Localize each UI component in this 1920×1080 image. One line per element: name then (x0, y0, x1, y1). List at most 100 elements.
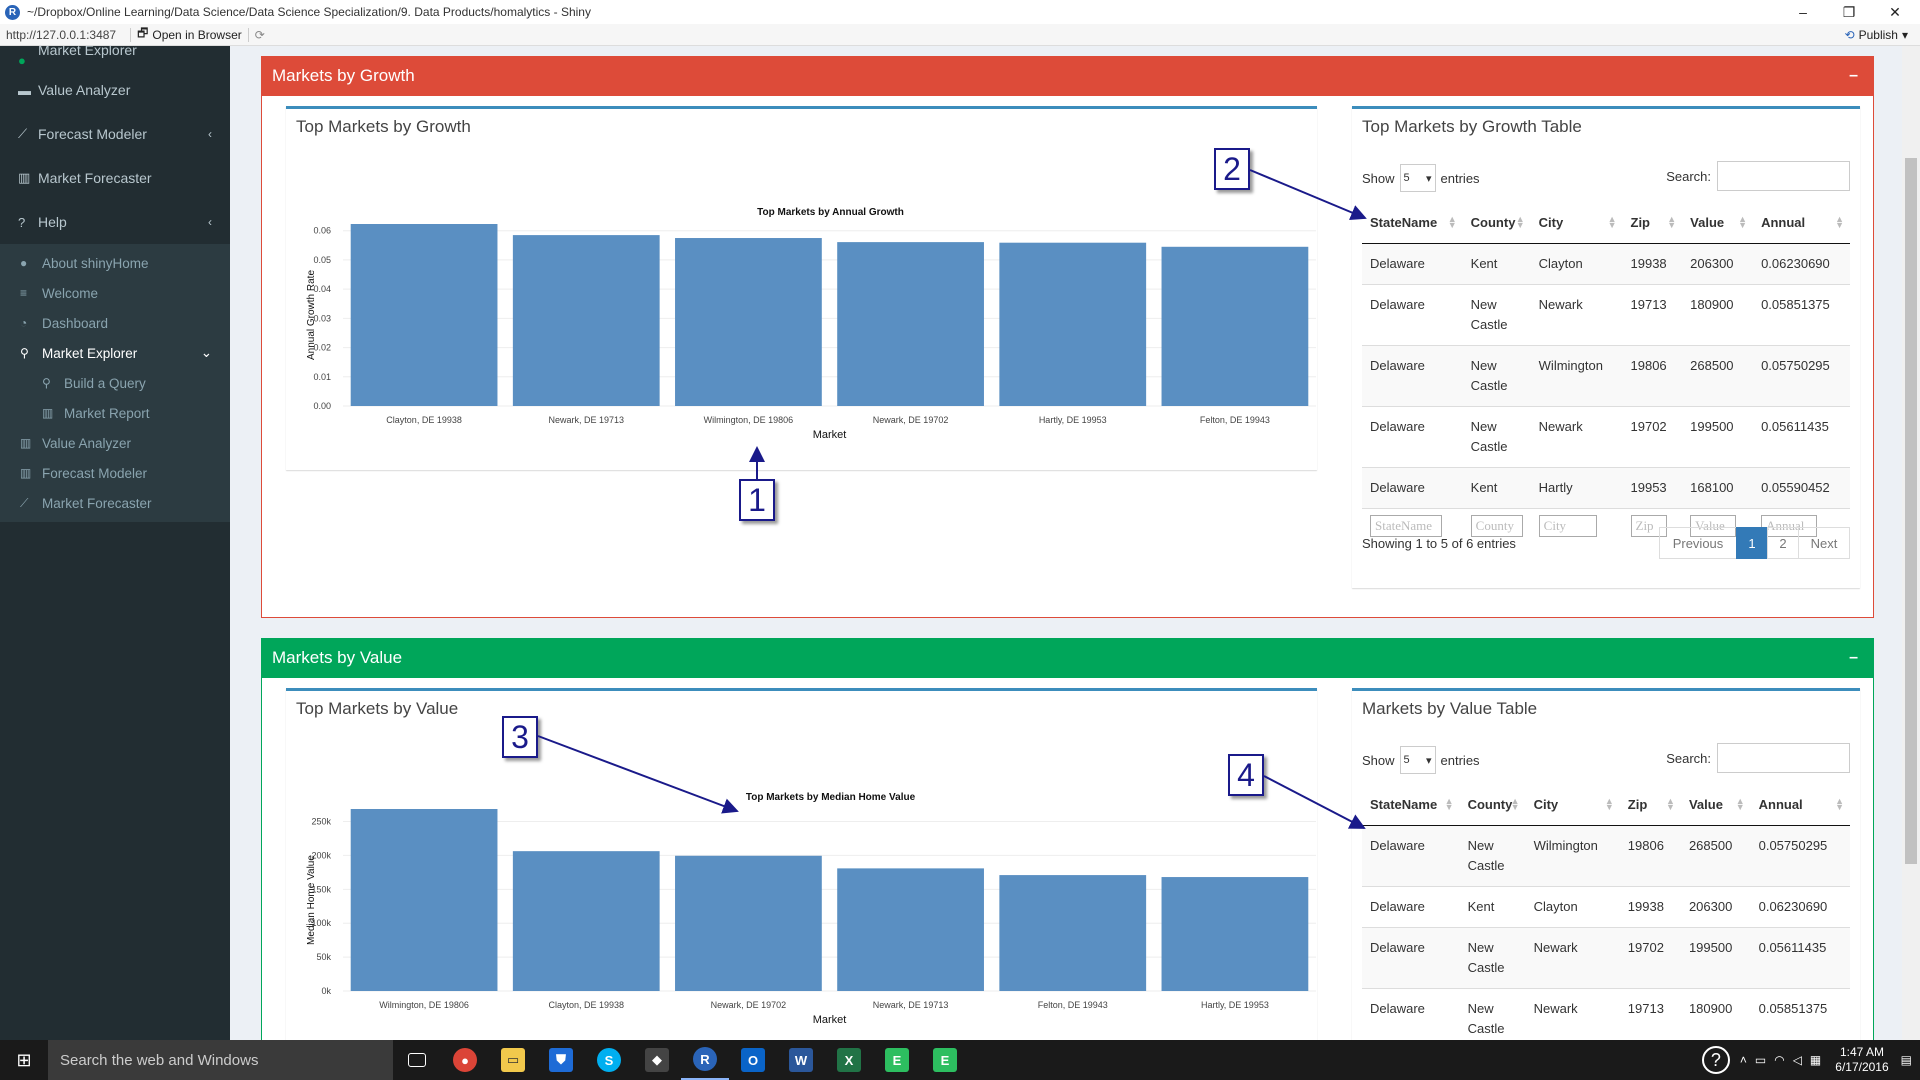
table-row[interactable]: Delaware Kent Clayton 19938 206300 0.06230690 (1362, 885, 1850, 927)
column-header-label: StateName (1370, 797, 1438, 813)
sort-icon: ▲ ▼ (1738, 214, 1748, 230)
column-header-label: County (1470, 215, 1516, 231)
open-in-browser-button[interactable]: 🗗 Open in Browser (137, 24, 242, 45)
bar (675, 855, 822, 991)
page-length-select[interactable]: 5 ▾ (1399, 164, 1436, 192)
table-row[interactable]: Delaware New Castle Newark 19702 199500 0.056… (1362, 926, 1850, 988)
volume-icon[interactable]: ◁ (1793, 1053, 1802, 1067)
sidebar-item-market-forecaster[interactable]: ▥ Market Forecaster (0, 156, 230, 200)
skype-icon[interactable]: S (585, 1040, 633, 1080)
maximize-button[interactable]: ❐ (1826, 0, 1872, 24)
column-header[interactable]: StateName ▲ ▼ (1362, 203, 1463, 244)
chrome-icon[interactable]: ● (441, 1040, 489, 1080)
notifications-icon[interactable]: ▤ (1901, 1053, 1912, 1067)
column-header[interactable]: Zip ▲ ▼ (1622, 203, 1683, 244)
panel-title: Top Markets by Growth (296, 117, 471, 136)
table-row[interactable]: Delaware New Castle Wilmington 19806 268500 0… (1362, 824, 1850, 886)
evernote-icon-2[interactable]: E (921, 1040, 969, 1080)
tray-chevron-up-icon[interactable]: ˄ (1740, 1053, 1747, 1067)
x-tick-label: Newark, DE 19713 (548, 415, 624, 425)
column-header[interactable]: City ▲ ▼ (1525, 785, 1620, 826)
column-filter-input[interactable]: StateName (1370, 514, 1442, 537)
help-icon[interactable]: ? (1701, 1046, 1730, 1074)
page-2-button[interactable]: 2 (1767, 527, 1799, 559)
column-filter-input[interactable]: City (1538, 514, 1597, 537)
sidebar-item-help[interactable]: ? Help ‹ (0, 200, 230, 244)
previous-page-button[interactable]: Previous (1659, 527, 1737, 559)
next-page-button[interactable]: Next (1798, 527, 1850, 559)
wifi-icon[interactable]: ◠ (1774, 1053, 1784, 1067)
evernote-icon[interactable]: E (873, 1040, 921, 1080)
table-cell: 0.06230690 (1750, 885, 1850, 927)
outlook-icon[interactable]: O (729, 1040, 777, 1080)
sidebar-item-build-a-query[interactable]: ⚲ Build a Query (0, 368, 230, 398)
sidebar-item-dashboard[interactable]: ◔ Dashboard (0, 308, 230, 338)
scrollbar-thumb[interactable] (1905, 158, 1917, 864)
refresh-icon[interactable]: ⟳ (255, 28, 265, 42)
clock[interactable]: 1:47 AM 6/17/2016 (1825, 1045, 1896, 1075)
minimize-button[interactable]: – (1780, 0, 1826, 24)
table-row[interactable]: Delaware New Castle Wilmington 19806 268500 0… (1362, 344, 1850, 406)
y-tick-label: 50k (316, 952, 331, 962)
sidebar-item-value-analyzer[interactable]: ▬ Value Analyzer (0, 68, 230, 112)
column-header[interactable]: Zip ▲ ▼ (1619, 785, 1681, 826)
battery-icon[interactable]: ▭ (1755, 1053, 1766, 1067)
x-tick-label: Hartly, DE 19953 (1039, 415, 1107, 425)
main-content: Markets by Growth – Top Markets by Growt… (230, 46, 1902, 1040)
table-row[interactable]: Delaware New Castle Newark 19702 199500 0.056… (1362, 405, 1850, 467)
search-input[interactable] (1717, 161, 1850, 191)
collapse-button[interactable]: – (1849, 649, 1858, 667)
sidebar-item-about[interactable]: ● About shinyHome (0, 248, 230, 278)
sidebar-item-market-report[interactable]: ▥ Market Report (0, 398, 230, 428)
page-length-select[interactable]: 5 ▾ (1399, 746, 1436, 774)
close-button[interactable]: ✕ (1872, 0, 1918, 24)
column-filter-input[interactable]: County (1470, 514, 1523, 537)
word-icon[interactable]: W (777, 1040, 825, 1080)
sort-icon: ▲ ▼ (1667, 214, 1677, 230)
excel-icon[interactable]: X (825, 1040, 873, 1080)
sidebar-item-forecast-modeler[interactable]: ⟋ Forecast Modeler ‹ (0, 112, 230, 156)
sidebar-item-welcome[interactable]: ≡ Welcome (0, 278, 230, 308)
windows-start-button[interactable]: ⊞ (0, 1040, 48, 1080)
column-header[interactable]: Annual ▲ ▼ (1753, 203, 1850, 244)
browser-icon: 🗗 (137, 26, 149, 40)
git-icon[interactable]: ◆ (633, 1040, 681, 1080)
publish-button[interactable]: ⟲ Publish ▾ (1845, 28, 1908, 42)
bar (999, 875, 1147, 991)
column-header[interactable]: Annual ▲ ▼ (1750, 785, 1850, 826)
table-row[interactable]: Delaware New Castle Newark 19713 180900 0.058… (1362, 987, 1850, 1040)
column-header[interactable]: StateName ▲ ▼ (1362, 785, 1460, 826)
table-row[interactable]: Delaware New Castle Newark 19713 180900 0.058… (1362, 283, 1850, 345)
column-header-label: City (1533, 797, 1559, 813)
column-header[interactable]: City ▲ ▼ (1530, 203, 1623, 244)
table-cell: Delaware (1362, 824, 1460, 886)
annotation-callout-3: 3 (502, 716, 538, 758)
vertical-scrollbar[interactable] (1902, 46, 1920, 1040)
task-view-icon[interactable] (393, 1040, 441, 1080)
page-1-button[interactable]: 1 (1736, 527, 1768, 559)
column-header[interactable]: County ▲ ▼ (1462, 203, 1531, 244)
column-header[interactable]: Value ▲ ▼ (1682, 203, 1754, 244)
sidebar-item-label: Build a Query (64, 375, 146, 391)
collapse-button[interactable]: – (1849, 67, 1858, 85)
rstudio-icon[interactable]: R (681, 1040, 729, 1080)
sidebar-item-value-analyzer-sub[interactable]: ▥ Value Analyzer (0, 428, 230, 458)
table-row[interactable]: Delaware Kent Clayton 19938 206300 0.06230690 (1362, 242, 1850, 284)
keyboard-icon[interactable]: ▦ (1810, 1053, 1821, 1067)
sidebar-item-market-explorer[interactable]: ⚲ Market Explorer ⌄ (0, 338, 230, 368)
taskbar-search-box[interactable]: Search the web and Windows (48, 1040, 393, 1080)
markets-by-growth-box: Markets by Growth – Top Markets by Growt… (261, 56, 1874, 618)
table-cell: Delaware (1362, 405, 1463, 467)
x-tick-label: Clayton, DE 19938 (386, 415, 462, 425)
column-header[interactable]: County ▲ ▼ (1459, 785, 1526, 826)
table-cell: 0.05851375 (1750, 987, 1850, 1040)
sidebar-item-market-explorer-clipped[interactable]: ● Market Explorer (0, 46, 230, 68)
sidebar-item-market-forecaster-sub[interactable]: ⟋ Market Forecaster (0, 488, 230, 518)
store-icon[interactable]: ⛊ (537, 1040, 585, 1080)
table-cell: Delaware (1362, 466, 1463, 508)
table-row[interactable]: Delaware Kent Hartly 19953 168100 0.05590452 (1362, 466, 1850, 508)
column-header[interactable]: Value ▲ ▼ (1680, 785, 1751, 826)
search-input[interactable] (1717, 743, 1850, 773)
sidebar-item-forecast-modeler-sub[interactable]: ▥ Forecast Modeler (0, 458, 230, 488)
file-explorer-icon[interactable]: ▭ (489, 1040, 537, 1080)
